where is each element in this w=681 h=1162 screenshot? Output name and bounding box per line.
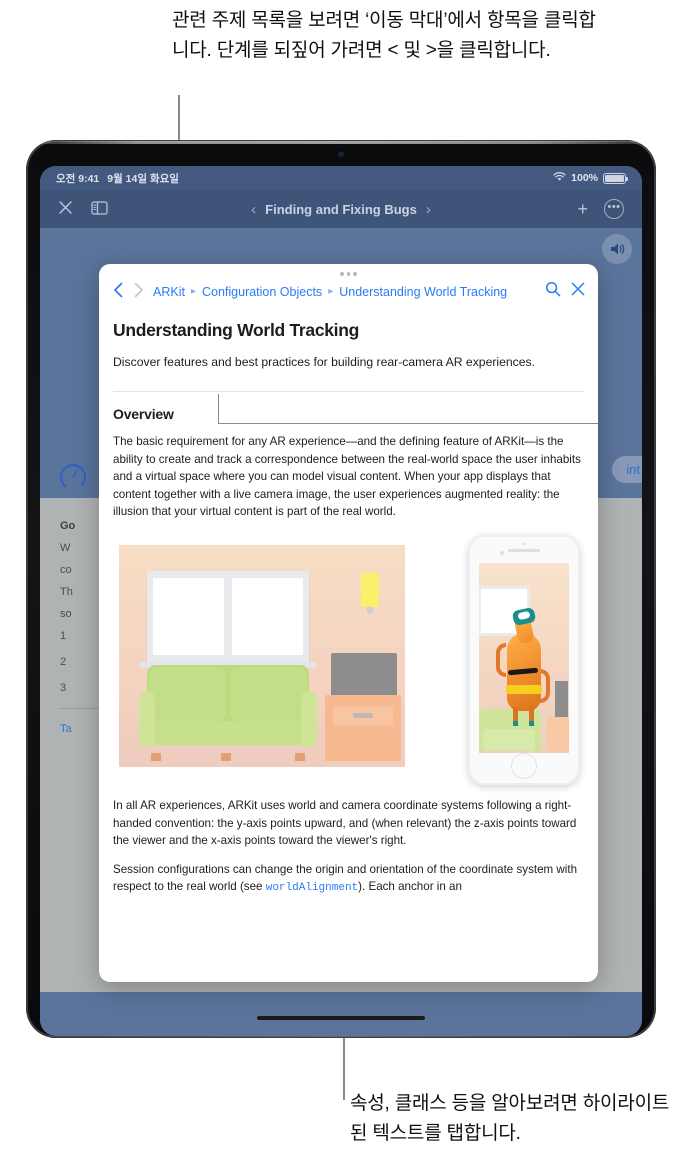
phone-screen-ar-view	[479, 562, 569, 753]
sofa-leg	[151, 752, 161, 761]
status-bar-right: 100%	[553, 171, 628, 185]
home-indicator[interactable]	[257, 1016, 425, 1020]
status-bar: 오전 9:41 9월 14일 화요일 100%	[40, 166, 642, 190]
section-divider	[113, 391, 584, 392]
battery-icon	[603, 172, 628, 184]
chevron-right-icon[interactable]: ›	[426, 201, 431, 218]
sofa-graphic	[139, 664, 317, 761]
article-paragraph-3: Session configurations can change the or…	[113, 861, 584, 898]
phone-speaker-grille	[508, 548, 540, 552]
sofa-seat	[143, 720, 313, 745]
breadcrumb-separator-icon: ▸	[190, 286, 196, 297]
phone-sofa-seat-graphic	[483, 728, 535, 751]
article-paragraph-2: In all AR experiences, ARKit uses world …	[113, 798, 577, 848]
inline-code-link-worldalignment[interactable]: worldAlignment	[266, 882, 358, 894]
sofa-arm-left	[139, 690, 155, 747]
status-time: 오전 9:41	[56, 172, 100, 185]
documentation-article: Understanding World Tracking Discover fe…	[99, 320, 598, 898]
article-title: Understanding World Tracking	[113, 320, 360, 340]
iphone-mockup	[468, 534, 580, 785]
sofa-cushion-left	[149, 666, 226, 721]
callout-text-bottom: 속성, 클래스 등을 알아보려면 하이라이트된 텍스트를 탭합니다.	[350, 1093, 670, 1144]
article-lede: Discover features and best practices for…	[113, 355, 536, 369]
breadcrumb-item-configuration-objects[interactable]: Configuration Objects	[202, 285, 322, 299]
ipad-screen: 오전 9:41 9월 14일 화요일 100% ‹ Finding and Fi…	[40, 166, 642, 1036]
cabinet-handle	[353, 712, 373, 718]
bottle-label-band	[506, 684, 542, 694]
section-heading-overview: Overview	[113, 406, 174, 422]
phone-camera-icon	[523, 542, 526, 546]
hint-button[interactable]: int	[612, 456, 642, 483]
figure-ar-illustration	[113, 534, 584, 785]
battery-percent-label: 100%	[571, 172, 598, 184]
breadcrumb-separator-icon: ▸	[328, 286, 334, 297]
sofa-cushion-right	[230, 666, 307, 721]
breadcrumb: ARKit ▸ Configuration Objects ▸ Understa…	[153, 285, 536, 299]
grabber-handle-icon[interactable]	[99, 264, 598, 279]
chevron-left-icon[interactable]: ‹	[251, 201, 256, 218]
sofa-leg	[295, 752, 305, 761]
breadcrumb-item-arkit[interactable]: ARKit	[153, 285, 185, 299]
progress-gauge-icon	[58, 462, 88, 492]
lamp-stem-graphic	[367, 606, 373, 614]
bottle-foot-right	[529, 720, 534, 726]
lamp-graphic	[361, 572, 379, 607]
device-edge-highlight	[28, 141, 654, 144]
speaker-icon[interactable]	[602, 234, 632, 264]
documentation-popover: ARKit ▸ Configuration Objects ▸ Understa…	[99, 264, 598, 982]
article-paragraph-1: The basic requirement for any AR experie…	[113, 435, 581, 519]
screenshot-root: 관련 주제 목록을 보려면 ‘이동 막대’에서 항목을 클릭합니다. 단계를 되…	[0, 0, 681, 1162]
phone-sensor-icon	[500, 550, 504, 555]
app-navigation-bar: ‹ Finding and Fixing Bugs › + •••	[40, 190, 642, 228]
callout-text-top: 관련 주제 목록을 보려면 ‘이동 막대’에서 항목을 클릭합니다. 단계를 되…	[172, 10, 596, 61]
popover-toolbar: ARKit ▸ Configuration Objects ▸ Understa…	[99, 279, 598, 312]
bottle-arm-left	[496, 642, 506, 677]
television-graphic	[331, 652, 397, 701]
window-pane-left	[153, 577, 224, 655]
ipad-device-frame: 오전 9:41 9월 14일 화요일 100% ‹ Finding and Fi…	[26, 140, 656, 1038]
phone-home-button[interactable]	[511, 752, 537, 779]
living-room-illustration	[119, 544, 405, 767]
status-date: 9월 14일 화요일	[107, 172, 179, 185]
search-icon[interactable]	[545, 281, 561, 302]
window-pane-right	[232, 577, 303, 655]
close-icon[interactable]	[570, 281, 586, 302]
navbar-title-group: ‹ Finding and Fixing Bugs ›	[40, 190, 642, 228]
phone-tv-graphic	[555, 680, 568, 717]
status-bar-left: 오전 9:41 9월 14일 화요일	[56, 171, 179, 186]
bottle-foot-left	[513, 720, 518, 726]
breadcrumb-item-understanding-world-tracking[interactable]: Understanding World Tracking	[339, 285, 507, 299]
chevron-left-icon[interactable]	[113, 282, 124, 301]
sofa-leg	[221, 752, 231, 761]
tv-cabinet-graphic	[325, 694, 401, 761]
phone-cabinet-graphic	[547, 716, 569, 751]
chevron-right-icon[interactable]	[133, 282, 144, 301]
ar-bottle-character	[496, 606, 550, 726]
wifi-icon	[553, 171, 566, 185]
sofa-arm-right	[301, 690, 317, 747]
page-title: Finding and Fixing Bugs	[265, 201, 417, 217]
paragraph-3-text-after: ). Each anchor in an	[358, 880, 462, 894]
front-camera-icon	[338, 151, 344, 157]
window-graphic	[147, 570, 309, 663]
